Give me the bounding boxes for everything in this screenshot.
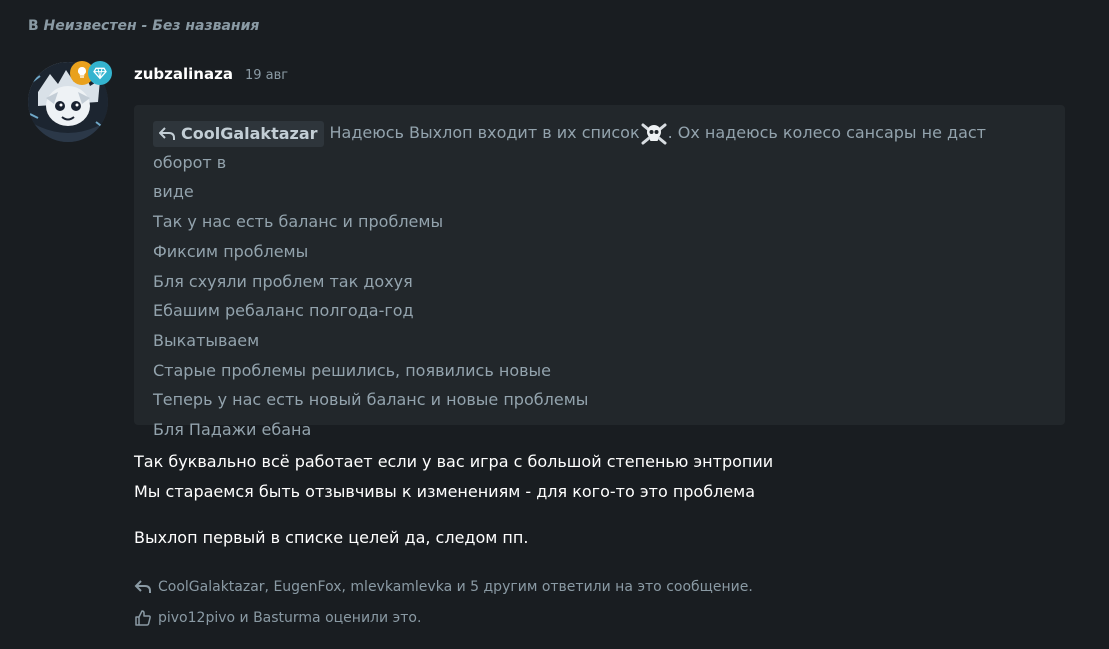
quote-line: Старые проблемы решились, появились новы… [153,360,552,380]
skull-crossbones-icon [641,123,667,144]
quote-line: Ебашим ребаланс полгода-год [153,301,414,321]
replies-text[interactable]: CoolGalaktazar, EugenFox, mlevkamlevka и… [158,579,753,595]
author-name[interactable]: zubzalinaza [134,65,233,83]
diamond-icon[interactable] [88,61,112,85]
post-author-line: zubzalinaza 19 авг [134,65,288,83]
quote-line: Выкатываем [153,330,260,350]
quote-block: CoolGalaktazar Надеюсь Выхлоп входит в и… [134,105,1065,439]
message-view: В Неизвестен - Без названия zubzalinaza … [0,0,1109,649]
quote-line: виде [153,182,194,202]
quote-line: Бля Падажи ебана [153,420,312,440]
body-line: Выхлоп первый в списке целей да, следом … [134,528,529,547]
body-line: Мы стараемся быть отзывчивы к изменениям… [134,482,756,501]
likes-text[interactable]: pivo12pivo и Basturma оценили это. [158,610,421,626]
post-date[interactable]: 19 авг [245,68,288,83]
quote-line: Теперь у нас есть новый баланс и новые п… [153,390,589,410]
replies-summary[interactable]: CoolGalaktazar, EugenFox, mlevkamlevka и… [134,578,753,596]
thread-breadcrumb[interactable]: В Неизвестен - Без названия [28,18,259,34]
reply-arrow-icon [134,580,151,593]
thread-prefix: В [28,18,39,34]
quote-first-line: CoolGalaktazar Надеюсь Выхлоп входит в и… [153,118,1043,177]
thread-title[interactable]: Неизвестен - Без названия [44,18,260,34]
quote-line: Бля схуяли проблем так дохуя [153,271,413,291]
quote-author-name: CoolGalaktazar [181,123,318,143]
likes-summary[interactable]: pivo12pivo и Basturma оценили это. [134,609,421,627]
quote-line: Так у нас есть баланс и проблемы [153,212,444,232]
quote-line: Фиксим проблемы [153,241,309,261]
reply-arrow-icon [159,126,175,140]
quote-text: Надеюсь Выхлоп входит в их список [329,123,640,142]
body-line: Так буквально всё работает если у вас иг… [134,452,774,471]
post-body: Так буквально всё работает если у вас иг… [134,447,773,553]
quote-author-link[interactable]: CoolGalaktazar [153,120,324,147]
thumbs-up-icon [135,610,151,626]
